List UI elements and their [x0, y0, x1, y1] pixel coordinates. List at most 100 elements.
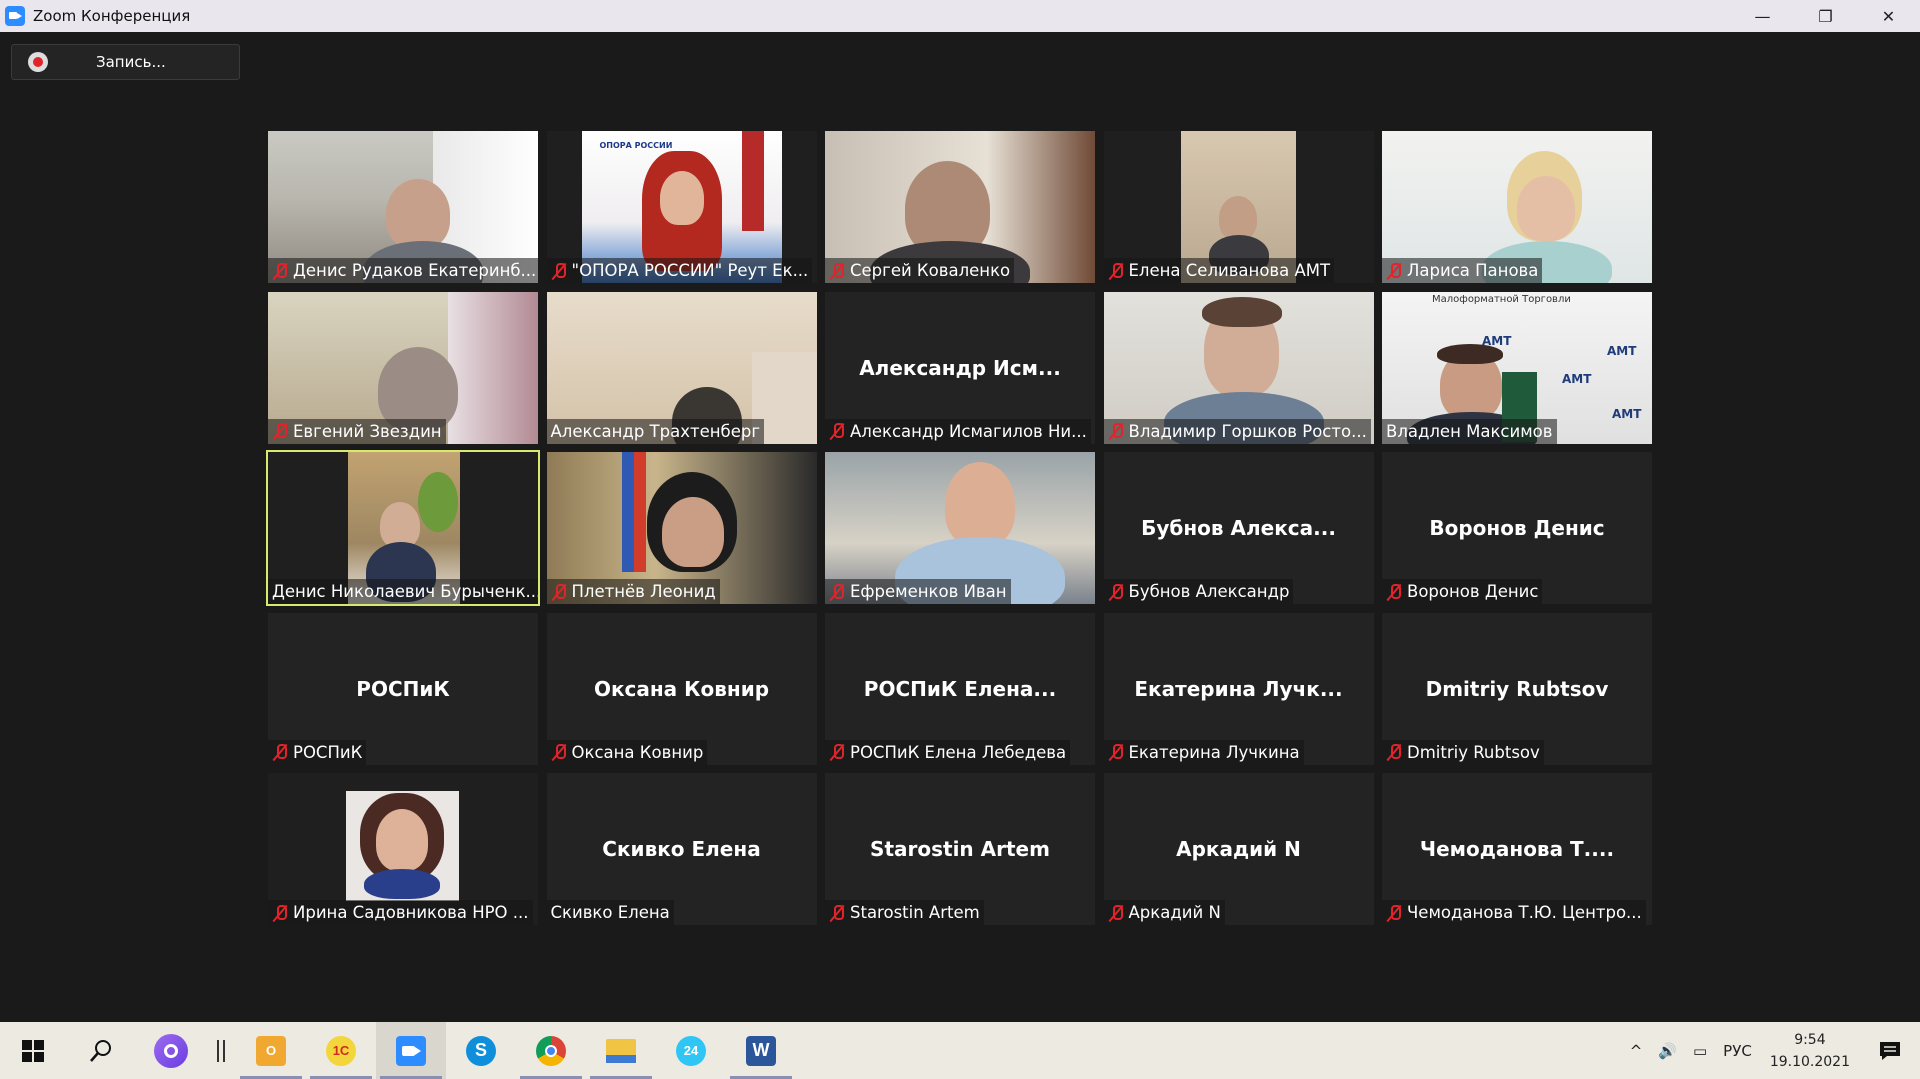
mic-muted-icon: [1108, 262, 1124, 280]
network-icon[interactable]: ▭: [1685, 1042, 1715, 1060]
participant-tile[interactable]: Ефременков Иван: [825, 452, 1095, 604]
zoom-logo-icon: [5, 6, 25, 26]
task-view-icon[interactable]: [206, 1022, 236, 1079]
mic-muted-icon: [1386, 262, 1402, 280]
participant-tile[interactable]: РОСПиК Елена... РОСПиК Елена Лебедева: [825, 612, 1095, 765]
participant-name-label: Евгений Звездин: [268, 418, 446, 444]
bitrix24-icon[interactable]: 24: [656, 1022, 726, 1079]
mic-muted-icon: [1108, 904, 1124, 922]
outlook-icon[interactable]: O: [236, 1022, 306, 1079]
participant-name-label: Владлен Максимов: [1382, 418, 1557, 444]
mic-muted-icon: [551, 583, 567, 601]
mic-muted-icon: [551, 743, 567, 761]
participant-tile[interactable]: Плетнёв Леонид: [546, 452, 817, 604]
participant-tile[interactable]: Сергей Коваленко: [825, 131, 1095, 283]
participant-name-label: Чемоданова Т.Ю. Центро...: [1382, 900, 1646, 925]
participant-name-label: Екатерина Лучкина: [1103, 739, 1304, 765]
mic-muted-icon: [829, 743, 845, 761]
mic-muted-icon: [272, 904, 288, 922]
mic-muted-icon: [551, 262, 567, 280]
mic-muted-icon: [1386, 904, 1402, 922]
participant-name-label: РОСПиК Елена Лебедева: [825, 739, 1071, 765]
close-button[interactable]: ✕: [1857, 0, 1920, 32]
1c-icon[interactable]: 1С: [306, 1022, 376, 1079]
participant-tile[interactable]: Чемоданова Т.... Чемоданова Т.Ю. Центро.…: [1382, 773, 1652, 925]
participant-tile[interactable]: РОСПиК РОСПиК: [268, 612, 538, 765]
participant-name-label: Владимир Горшков Росто...: [1103, 418, 1371, 444]
participant-name-label: Лариса Панова: [1382, 258, 1543, 283]
mic-muted-icon: [272, 422, 288, 440]
tray-chevron-icon[interactable]: ^: [1622, 1042, 1651, 1060]
mic-muted-icon: [1108, 743, 1124, 761]
word-icon[interactable]: W: [726, 1022, 796, 1079]
participant-tile[interactable]: Александр Исм... Александр Исмагилов Ни.…: [825, 291, 1095, 444]
participant-name-label: Александр Исмагилов Ни...: [825, 418, 1091, 444]
participant-tile[interactable]: Александр Трахтенберг: [546, 291, 817, 444]
participant-name-label: Бубнов Александр: [1103, 579, 1294, 604]
system-tray: ^ 🔊 ▭ РУС 9:54 19.10.2021: [1622, 1022, 1920, 1079]
notifications-icon[interactable]: [1860, 1022, 1920, 1079]
participant-name-label: Елена Селиванова АМТ: [1103, 258, 1335, 283]
window-controls: — ❐ ✕: [1731, 0, 1920, 32]
clock-time: 9:54: [1794, 1031, 1826, 1048]
title-bar: Zoom Конференция — ❐ ✕: [0, 0, 1920, 32]
participant-name-label: Скивко Елена: [546, 900, 674, 925]
mic-muted-icon: [272, 262, 288, 280]
participant-name-label: Денис Рудаков Екатеринб...: [268, 258, 538, 283]
mic-muted-icon: [1386, 743, 1402, 761]
participant-tile[interactable]: Владимир Горшков Росто...: [1103, 291, 1374, 444]
mic-muted-icon: [1386, 583, 1402, 601]
participant-tile[interactable]: Аркадий N Аркадий N: [1103, 773, 1374, 925]
participant-tile[interactable]: ОПОРА РОССИИ "ОПОРА РОССИИ" Реут Ек...: [546, 131, 817, 283]
volume-icon[interactable]: 🔊: [1650, 1042, 1685, 1060]
participant-tile[interactable]: Ирина Садовникова НРО ...: [268, 773, 538, 925]
participant-name-label: Плетнёв Леонид: [546, 579, 720, 604]
participant-name-label: Dmitriy Rubtsov: [1382, 739, 1544, 765]
participant-tile[interactable]: Скивко Елена Скивко Елена: [546, 773, 817, 925]
mic-muted-icon: [1108, 422, 1124, 440]
recording-label: Запись...: [96, 53, 166, 71]
participant-name-label: Воронов Денис: [1382, 579, 1543, 604]
clock-date: 19.10.2021: [1769, 1053, 1850, 1070]
file-explorer-icon[interactable]: [586, 1022, 656, 1079]
mic-muted-icon: [829, 904, 845, 922]
participant-tile[interactable]: Евгений Звездин: [268, 291, 538, 444]
participant-name-label: "ОПОРА РОССИИ" Реут Ек...: [546, 258, 813, 283]
recording-button[interactable]: Запись...: [11, 44, 240, 80]
windows-taskbar: O 1С S 24 W ^ 🔊 ▭ РУС 9:54 19.10.2021: [0, 1022, 1920, 1079]
record-icon: [28, 52, 48, 72]
mic-muted-icon: [272, 743, 288, 761]
participant-tile[interactable]: Екатерина Лучк... Екатерина Лучкина: [1103, 612, 1374, 765]
clock[interactable]: 9:54 19.10.2021: [1760, 1029, 1860, 1073]
participant-tile[interactable]: Лариса Панова: [1382, 131, 1652, 283]
input-language[interactable]: РУС: [1715, 1042, 1760, 1060]
restore-button[interactable]: ❐: [1794, 0, 1857, 32]
participant-tile[interactable]: Starostin Artem Starostin Artem: [825, 773, 1095, 925]
participant-tile[interactable]: Dmitriy Rubtsov Dmitriy Rubtsov: [1382, 612, 1652, 765]
participant-tile[interactable]: Воронов Денис Воронов Денис: [1382, 452, 1652, 604]
participant-name-label: Александр Трахтенберг: [546, 418, 764, 444]
participant-tile[interactable]: Бубнов Алекса... Бубнов Александр: [1103, 452, 1374, 604]
chrome-icon[interactable]: [516, 1022, 586, 1079]
search-icon[interactable]: [66, 1022, 136, 1079]
mic-muted-icon: [829, 422, 845, 440]
zoom-icon[interactable]: [376, 1022, 446, 1079]
participant-name-label: Денис Николаевич Бурыченк...: [268, 579, 538, 604]
participant-name-label: Ирина Садовникова НРО ...: [268, 900, 533, 925]
participant-tile[interactable]: Малоформатной Торговли АМТ АМТ АМТ АМТ В…: [1382, 291, 1652, 444]
mic-muted-icon: [829, 262, 845, 280]
minimize-button[interactable]: —: [1731, 0, 1794, 32]
windows-start-icon[interactable]: [0, 1022, 66, 1079]
active-speaker-tile[interactable]: Денис Николаевич Бурыченк...: [266, 450, 540, 606]
participant-name-label: Ефременков Иван: [825, 579, 1011, 604]
cortana-icon[interactable]: [136, 1022, 206, 1079]
mic-muted-icon: [829, 583, 845, 601]
meeting-area: Запись... Денис Рудаков Екатеринб... ОПО…: [0, 32, 1920, 1022]
participant-tile[interactable]: Елена Селиванова АМТ: [1103, 131, 1374, 283]
participant-name-label: Starostin Artem: [825, 900, 984, 925]
skype-icon[interactable]: S: [446, 1022, 516, 1079]
participant-name-label: РОСПиК: [268, 739, 367, 765]
participant-tile[interactable]: Оксана Ковнир Оксана Ковнир: [546, 612, 817, 765]
participant-tile[interactable]: Денис Рудаков Екатеринб...: [268, 131, 538, 283]
participant-name-label: Сергей Коваленко: [825, 258, 1015, 283]
